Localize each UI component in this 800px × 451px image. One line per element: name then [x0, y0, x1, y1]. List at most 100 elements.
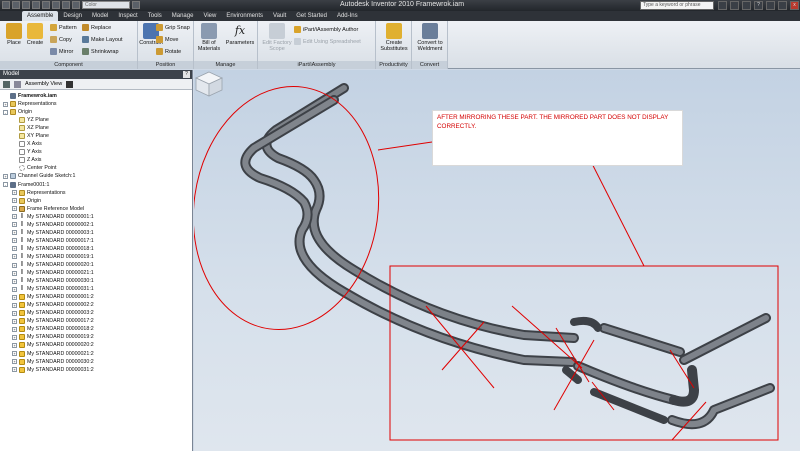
expand-icon[interactable]: +	[3, 173, 8, 179]
close-icon[interactable]: x	[790, 1, 799, 10]
rotate-button[interactable]: Rotate	[156, 47, 181, 56]
search-input[interactable]: Type a keyword or phrase	[640, 1, 714, 10]
tree-node[interactable]: Center Point	[0, 164, 192, 172]
tree-node[interactable]: + Channel Guide Sketch:1	[0, 172, 192, 180]
tab-design[interactable]: Design	[58, 11, 87, 21]
tree-node[interactable]: XY Plane	[0, 132, 192, 140]
new-icon[interactable]	[12, 1, 20, 9]
tab-get-started[interactable]: Get Started	[291, 11, 332, 21]
expand-icon[interactable]: +	[12, 246, 17, 252]
tree-node[interactable]: + My STANDARD 00000001:2	[0, 293, 192, 301]
tree-node[interactable]: + My STANDARD 00000021:2	[0, 350, 192, 358]
update-icon[interactable]	[62, 1, 70, 9]
tree-node[interactable]: + I My STANDARD 00000017:1	[0, 237, 192, 245]
tree-node[interactable]: + I My STANDARD 00000019:1	[0, 253, 192, 261]
save-icon[interactable]	[32, 1, 40, 9]
tree-node[interactable]: + Frame Reference Model	[0, 205, 192, 213]
tab-vault[interactable]: Vault	[268, 11, 291, 21]
tree-node[interactable]: + I My STANDARD 00000001:1	[0, 213, 192, 221]
tree-node[interactable]: + I My STANDARD 00000021:1	[0, 269, 192, 277]
expand-icon[interactable]: +	[12, 310, 17, 316]
expand-icon[interactable]: +	[12, 254, 17, 260]
tree-node[interactable]: + I My STANDARD 00000031:1	[0, 285, 192, 293]
expand-icon[interactable]: +	[12, 302, 17, 308]
binoculars-icon[interactable]	[718, 1, 727, 10]
tree-node[interactable]: + My STANDARD 00000017:2	[0, 317, 192, 325]
tree-node[interactable]: + I My STANDARD 00000020:1	[0, 261, 192, 269]
tab-tools[interactable]: Tools	[143, 11, 167, 21]
tree-node[interactable]: + I My STANDARD 00000003:1	[0, 229, 192, 237]
assembly-view-combo[interactable]: Assembly View	[25, 81, 62, 87]
maximize-icon[interactable]	[778, 1, 787, 10]
tree-node[interactable]: + My STANDARD 00000019:2	[0, 333, 192, 341]
tree-node[interactable]: YZ Plane	[0, 116, 192, 124]
tab-environments[interactable]: Environments	[221, 11, 268, 21]
replace-button[interactable]: Replace	[82, 23, 111, 32]
expand-icon[interactable]: +	[12, 286, 17, 292]
convert-to-weldment-button[interactable]: Convert to Weldment	[415, 23, 445, 57]
shrinkwrap-button[interactable]: Shrinkwrap	[82, 47, 119, 56]
expand-icon[interactable]: +	[12, 206, 17, 212]
expand-icon[interactable]: +	[12, 294, 17, 300]
tab-view[interactable]: View	[198, 11, 221, 21]
copy-button[interactable]: Copy	[50, 35, 72, 44]
expand-icon[interactable]: +	[12, 198, 17, 204]
expand-icon[interactable]: +	[12, 230, 17, 236]
app-menu-icon[interactable]	[2, 1, 10, 9]
return-icon[interactable]	[132, 1, 140, 9]
expand-icon[interactable]: +	[12, 190, 17, 196]
component-panel-label[interactable]: Component	[0, 61, 137, 69]
grip-snap-button[interactable]: Grip Snap	[156, 23, 190, 32]
filter-icon[interactable]	[3, 80, 10, 88]
viewcube-icon[interactable]	[194, 70, 224, 98]
tree-node[interactable]: + My STANDARD 00000031:2	[0, 366, 192, 374]
browser-header[interactable]: Model ?	[0, 70, 192, 79]
ipart-author-button[interactable]: iPart/iAssembly Author	[294, 25, 358, 34]
collapse-icon[interactable]: -	[3, 109, 8, 115]
parameters-button[interactable]: fx Parameters	[224, 23, 256, 57]
select-icon[interactable]	[72, 1, 80, 9]
tree-node[interactable]: - Origin	[0, 108, 192, 116]
expand-icon[interactable]: +	[12, 342, 17, 348]
tree-node[interactable]: Z Axis	[0, 156, 192, 164]
tree-node[interactable]: + My STANDARD 00000030:2	[0, 358, 192, 366]
tree-node[interactable]: + Representations	[0, 100, 192, 108]
expand-icon[interactable]: +	[12, 367, 17, 373]
expand-icon[interactable]: +	[12, 214, 17, 220]
expand-icon[interactable]: +	[12, 222, 17, 228]
tree-node[interactable]: + Origin	[0, 197, 192, 205]
redo-icon[interactable]	[52, 1, 60, 9]
expand-icon[interactable]: +	[12, 278, 17, 284]
tree-node[interactable]: + I My STANDARD 00000018:1	[0, 245, 192, 253]
tree-node[interactable]: + My STANDARD 00000018:2	[0, 325, 192, 333]
tab-manage[interactable]: Manage	[167, 11, 199, 21]
expand-icon[interactable]: +	[12, 318, 17, 324]
create-substitutes-button[interactable]: Create Substitutes	[379, 23, 409, 57]
tree-node[interactable]: + I My STANDARD 00000030:1	[0, 277, 192, 285]
browser-help-icon[interactable]: ?	[183, 71, 190, 78]
expand-icon[interactable]: +	[12, 270, 17, 276]
tree-node[interactable]: X Axis	[0, 140, 192, 148]
tab-assemble[interactable]: Assemble	[22, 11, 59, 21]
expand-icon[interactable]	[14, 80, 21, 88]
edit-spreadsheet-button[interactable]: Edit Using Spreadsheet	[294, 37, 361, 46]
tree-node[interactable]: + Representations	[0, 189, 192, 197]
binoculars-icon[interactable]	[66, 80, 74, 88]
tab-add-ins[interactable]: Add-Ins	[332, 11, 363, 21]
edit-factory-scope-button[interactable]: Edit Factory Scope	[262, 23, 292, 57]
favorites-icon[interactable]	[742, 1, 751, 10]
undo-icon[interactable]	[42, 1, 50, 9]
graphics-viewport[interactable]: AFTER MIRRORING THESE PART. THE MIRRORED…	[194, 70, 800, 451]
bill-of-materials-button[interactable]: Bill of Materials	[197, 23, 221, 57]
tree-node[interactable]: + My STANDARD 00000002:2	[0, 301, 192, 309]
color-combo[interactable]: Color	[82, 1, 130, 9]
expand-icon[interactable]: +	[12, 262, 17, 268]
tree-node[interactable]: - Frame0001:1	[0, 181, 192, 189]
help-icon[interactable]: ?	[754, 1, 763, 10]
expand-icon[interactable]: +	[12, 238, 17, 244]
tree-node[interactable]: Y Axis	[0, 148, 192, 156]
pattern-button[interactable]: Pattern	[50, 23, 77, 32]
mirror-button[interactable]: Mirror	[50, 47, 73, 56]
expand-icon[interactable]: +	[12, 326, 17, 332]
open-icon[interactable]	[22, 1, 30, 9]
